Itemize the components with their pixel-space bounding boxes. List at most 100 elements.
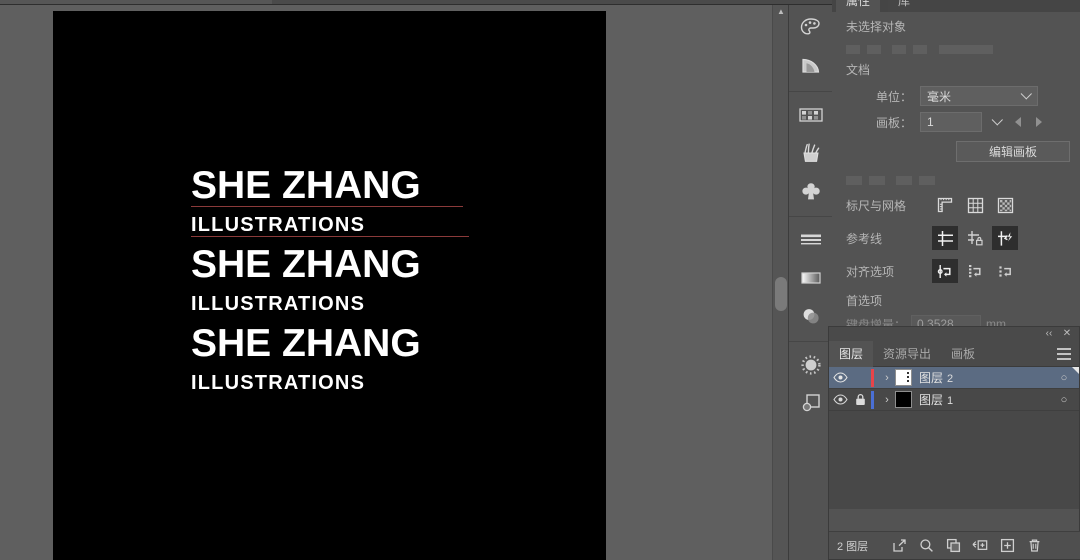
guides-label: 参考线 [846, 231, 883, 246]
grid-icon[interactable] [962, 193, 988, 217]
triangle-right-icon[interactable] [1028, 112, 1048, 132]
target-circle-icon[interactable]: ○ [1049, 394, 1079, 406]
layers-panel: ‹‹ ✕ 图层 资源导出 画板 › 图层 2 ○ › 图层 1 ○ 2 图层 [828, 326, 1080, 560]
unit-select[interactable]: 毫米 [920, 86, 1038, 106]
tab-layers[interactable]: 图层 [829, 340, 874, 367]
chevron-down-icon [1020, 88, 1032, 100]
panel-icon-dock[interactable] [788, 5, 832, 560]
lock-icon[interactable] [851, 393, 869, 406]
graphic-styles-icon[interactable] [789, 384, 833, 422]
layer-name-number: 1 [947, 395, 954, 407]
artwork-subline-2[interactable]: ILLUSTRATIONS [191, 288, 611, 321]
show-guides-icon[interactable] [932, 226, 958, 250]
tab-artboards[interactable]: 画板 [941, 341, 985, 367]
eye-icon[interactable] [829, 394, 851, 405]
artboard[interactable]: SHE ZHANG ILLUSTRATIONS SHE ZHANG ILLUST… [53, 11, 606, 560]
table-row[interactable]: › 图层 2 ○ [829, 367, 1079, 389]
new-sublayer-icon[interactable] [972, 538, 988, 554]
new-layer-icon[interactable] [999, 538, 1015, 554]
triangle-left-icon[interactable] [1008, 112, 1028, 132]
canvas-workspace[interactable]: SHE ZHANG ILLUSTRATIONS SHE ZHANG ILLUST… [0, 5, 772, 560]
dock-group-styles [789, 342, 832, 428]
layer-name-text: 图层 [919, 371, 944, 385]
window-top-edge-highlight [0, 0, 272, 4]
snap-to-pixel-icon[interactable] [992, 259, 1018, 283]
locate-object-icon[interactable] [918, 538, 934, 554]
table-row[interactable]: › 图层 1 ○ [829, 389, 1079, 411]
artwork-headline-1[interactable]: SHE ZHANG [191, 163, 611, 209]
symbols-icon[interactable] [789, 172, 833, 210]
brushes-icon[interactable] [789, 134, 833, 172]
smart-guides-icon[interactable] [992, 226, 1018, 250]
lock-guides-icon[interactable] [962, 226, 988, 250]
artwork-headline-2[interactable]: SHE ZHANG [191, 242, 611, 288]
dock-group-color [789, 5, 832, 92]
no-selection-label: 未选择对象 [846, 20, 907, 34]
delete-layer-icon[interactable] [1026, 538, 1042, 554]
artwork-headline-3[interactable]: SHE ZHANG [191, 321, 611, 367]
artboard-row: 画板： 1 [846, 112, 1070, 132]
chevron-up-icon[interactable]: ▲ [773, 5, 789, 19]
artwork-subline-1[interactable]: ILLUSTRATIONS [191, 209, 611, 242]
snap-to-grid-icon[interactable] [962, 259, 988, 283]
edit-artboard-button[interactable]: 编辑画板 [956, 141, 1070, 162]
illustrator-window: SHE ZHANG ILLUSTRATIONS SHE ZHANG ILLUST… [0, 0, 1080, 560]
layers-panel-footer: 2 图层 [829, 531, 1080, 559]
layer-count-label: 2 图层 [837, 540, 869, 553]
artboard-input[interactable]: 1 [920, 112, 982, 132]
color-guide-icon[interactable] [789, 47, 833, 85]
artboard-select-caret[interactable] [986, 112, 1008, 132]
layer-name[interactable]: 图层 1 [919, 391, 1049, 408]
layer-thumbnail [895, 391, 912, 408]
tab-properties[interactable]: 属性 [836, 0, 881, 12]
chevron-right-icon[interactable]: › [879, 394, 895, 406]
snap-options-label: 对齐选项 [846, 264, 895, 279]
guides-row: 参考线 [846, 226, 1080, 250]
snap-to-point-icon[interactable] [932, 259, 958, 283]
transparency-grid-icon[interactable] [992, 193, 1018, 217]
unit-row: 单位： 毫米 [846, 86, 1070, 106]
tab-asset-export[interactable]: 资源导出 [873, 341, 941, 367]
layers-panel-tabbar[interactable]: 图层 资源导出 画板 [829, 340, 1079, 367]
layer-color-bar [871, 368, 874, 387]
snap-options-row: 对齐选项 [846, 259, 1080, 283]
color-palette-icon[interactable] [789, 9, 833, 47]
layer-color-bar [871, 390, 874, 409]
artwork-block-2[interactable]: SHE ZHANG ILLUSTRATIONS [191, 242, 611, 321]
transparency-icon[interactable] [789, 297, 833, 335]
layer-name[interactable]: 图层 2 [919, 369, 1049, 386]
rulers-and-grid-row: 标尺与网格 [846, 193, 1080, 217]
properties-panel-tabbar[interactable]: 属性 库 [832, 0, 1080, 12]
artboard-label: 画板： [875, 115, 912, 130]
swatches-icon[interactable] [789, 96, 833, 134]
close-icon[interactable]: ✕ [1059, 327, 1075, 341]
ruler-icon[interactable] [932, 193, 958, 217]
unit-select-value: 毫米 [927, 89, 952, 104]
layers-panel-titlebar[interactable]: ‹‹ ✕ [829, 327, 1079, 341]
tab-libraries[interactable]: 库 [888, 0, 921, 12]
artwork-subline-3[interactable]: ILLUSTRATIONS [191, 367, 611, 400]
stroke-icon[interactable] [789, 221, 833, 259]
eye-icon[interactable] [829, 372, 851, 383]
layer-name-number: 2 [947, 373, 954, 385]
chevron-right-icon[interactable]: › [879, 372, 895, 384]
selection-corner-flag [1072, 367, 1079, 374]
gradient-icon[interactable] [789, 259, 833, 297]
preferences-section-heading: 首选项 [846, 294, 883, 308]
artwork-text-stack: SHE ZHANG ILLUSTRATIONS SHE ZHANG ILLUST… [191, 163, 611, 400]
canvas-vertical-scrollbar[interactable]: ▲ [772, 5, 788, 560]
artwork-block-1[interactable]: SHE ZHANG ILLUSTRATIONS [191, 163, 611, 242]
collapse-icon[interactable]: ‹‹ [1041, 327, 1057, 341]
appearance-icon[interactable] [789, 346, 833, 384]
unit-label: 单位： [875, 89, 912, 104]
layer-list: › 图层 2 ○ › 图层 1 ○ [829, 367, 1079, 509]
scrollbar-thumb[interactable] [775, 277, 787, 311]
hamburger-menu-icon[interactable] [1057, 348, 1071, 363]
artwork-block-3[interactable]: SHE ZHANG ILLUSTRATIONS [191, 321, 611, 400]
dock-group-swatches [789, 92, 832, 217]
release-to-layers-icon[interactable] [891, 538, 907, 554]
edit-artboard-row: 编辑画板 [832, 132, 1080, 162]
collect-in-new-layer-icon[interactable] [945, 538, 961, 554]
layer-list-empty-area[interactable] [829, 411, 1079, 509]
layers-footer-buttons [891, 538, 1042, 554]
